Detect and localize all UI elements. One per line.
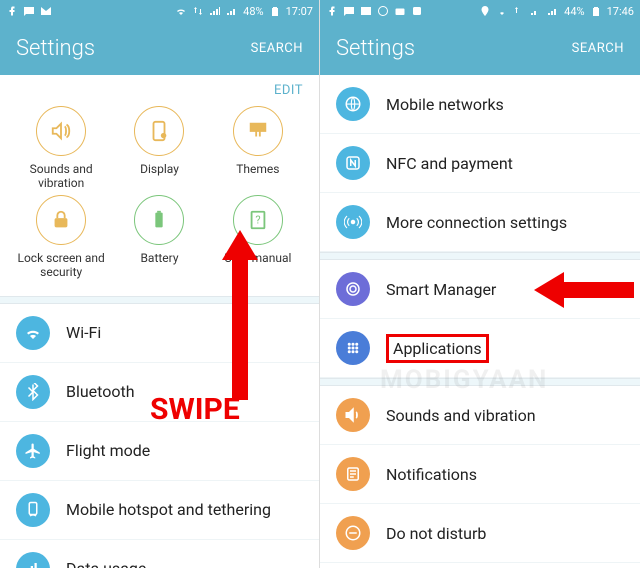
list-item-sounds[interactable]: Sounds and vibration (320, 386, 640, 445)
signal-icon (209, 5, 221, 17)
dnd-icon (344, 524, 362, 542)
list-item-hotspot[interactable]: Mobile hotspot and tethering (0, 481, 319, 540)
list-item-datausage[interactable]: Data usage (0, 540, 319, 568)
status-bar: 48% 17:07 (0, 0, 319, 22)
quick-themes[interactable]: Themes (213, 106, 303, 191)
list-item-flightmode[interactable]: Flight mode (0, 422, 319, 481)
header: Settings SEARCH (0, 22, 319, 75)
quick-lockscreen[interactable]: Lock screen and security (16, 195, 106, 280)
quick-display[interactable]: Display (114, 106, 204, 191)
facebook-icon (6, 5, 18, 17)
clock: 17:07 (286, 5, 313, 18)
header: Settings SEARCH (320, 22, 640, 75)
screen-left: 48% 17:07 Settings SEARCH EDIT Sounds an… (0, 0, 320, 568)
screen-right: 44% 17:46 Settings SEARCH Mobile network… (320, 0, 640, 568)
search-button[interactable]: SEARCH (251, 41, 303, 56)
signal2-icon (226, 5, 238, 17)
page-title: Settings (16, 36, 95, 61)
mail-icon (360, 5, 372, 17)
airplane-icon (24, 442, 42, 460)
clock-icon (377, 5, 389, 17)
spiral-icon (344, 280, 362, 298)
list-item-nfc[interactable]: NFC and payment (320, 134, 640, 193)
list-item-notifications[interactable]: Notifications (320, 445, 640, 504)
list-item-bluetooth[interactable]: Bluetooth (0, 363, 319, 422)
location-icon (479, 5, 491, 17)
data-icon (192, 5, 204, 17)
facebook-icon (326, 5, 338, 17)
battery-icon (590, 5, 602, 17)
settings-list[interactable]: Mobile networks NFC and payment More con… (320, 75, 640, 568)
datausage-icon (24, 560, 42, 568)
globe-icon (344, 95, 362, 113)
list-item-dnd[interactable]: Do not disturb (320, 504, 640, 563)
quick-sounds[interactable]: Sounds and vibration (16, 106, 106, 191)
list-item-display[interactable]: Display (320, 563, 640, 568)
search-button[interactable]: SEARCH (572, 41, 624, 56)
speaker-icon (344, 406, 362, 424)
battery-icon (148, 209, 170, 231)
wifi-icon (24, 324, 42, 342)
list-item-wifi[interactable]: Wi-Fi (0, 304, 319, 363)
book-icon: ? (247, 209, 269, 231)
nfc-icon (344, 154, 362, 172)
message-icon (23, 5, 35, 17)
list-item-smartmanager[interactable]: Smart Manager (320, 260, 640, 319)
status-bar: 44% 17:46 (320, 0, 640, 22)
signal-icon (530, 5, 542, 17)
battery-pct: 44% (564, 5, 584, 18)
app-icon (411, 5, 423, 17)
display-icon (148, 120, 170, 142)
bluetooth-icon (24, 383, 42, 401)
themes-icon (247, 120, 269, 142)
notifications-icon (344, 465, 362, 483)
svg-text:?: ? (255, 213, 260, 226)
wifi-icon (175, 5, 187, 17)
camera-icon (394, 5, 406, 17)
wifi-icon (496, 5, 508, 17)
list-item-moreconnection[interactable]: More connection settings (320, 193, 640, 252)
quick-battery[interactable]: Battery (114, 195, 204, 280)
section-divider (0, 296, 319, 304)
hotspot-icon (24, 501, 42, 519)
data-icon (513, 5, 525, 17)
mail-icon (40, 5, 52, 17)
clock: 17:46 (607, 5, 634, 18)
quick-settings-grid: Sounds and vibration Display Themes Lock… (0, 102, 319, 296)
edit-button[interactable]: EDIT (0, 75, 319, 102)
section-divider (320, 378, 640, 386)
battery-pct: 48% (243, 5, 263, 18)
signal2-icon (547, 5, 559, 17)
message-icon (343, 5, 355, 17)
section-divider (320, 252, 640, 260)
list-item-applications[interactable]: Applications (320, 319, 640, 378)
battery-icon (269, 5, 281, 17)
speaker-icon (50, 120, 72, 142)
highlight-applications: Applications (386, 334, 489, 363)
lock-icon (50, 209, 72, 231)
apps-icon (344, 339, 362, 357)
connection-icon (344, 213, 362, 231)
settings-list[interactable]: Wi-Fi Bluetooth Flight mode Mobile hotsp… (0, 304, 319, 568)
page-title: Settings (336, 36, 415, 61)
list-item-mobilenetworks[interactable]: Mobile networks (320, 75, 640, 134)
quick-usermanual[interactable]: ? User manual (213, 195, 303, 280)
